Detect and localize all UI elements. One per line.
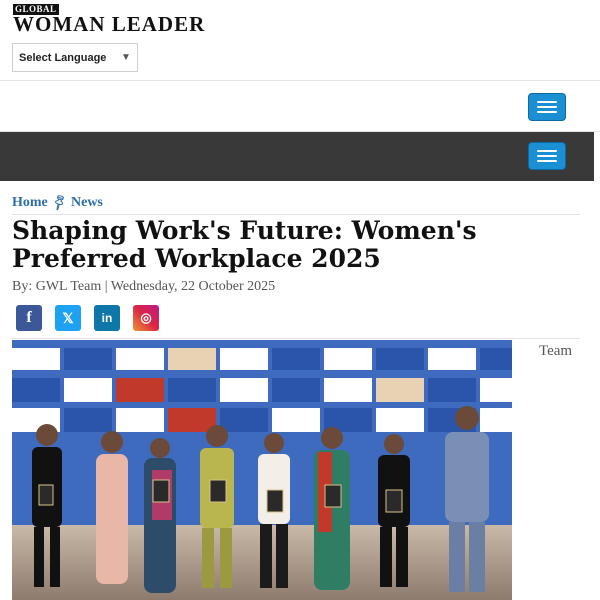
instagram-icon[interactable]: ◎	[133, 305, 159, 331]
section-divider	[12, 338, 580, 339]
hamburger-icon-line	[537, 160, 557, 162]
article-photo	[12, 340, 512, 600]
instagram-glyph: ◎	[140, 310, 152, 325]
article-title: Shaping Work's Future: Women's Preferred…	[12, 216, 477, 273]
main-navbar	[0, 132, 594, 181]
backdrop-panels	[12, 348, 512, 432]
breadcrumb: Home 📌︎ News	[12, 192, 580, 215]
hamburger-icon-line	[537, 150, 557, 152]
logo-main-text: WOMAN LEADER	[13, 12, 206, 36]
chevron-down-icon: ▼	[121, 52, 131, 63]
linkedin-glyph: in	[101, 311, 113, 325]
hamburger-icon-line	[537, 106, 557, 108]
hamburger-icon-line	[537, 155, 557, 157]
facebook-icon[interactable]: f	[16, 305, 42, 331]
event-photo-illustration	[12, 340, 512, 600]
breadcrumb-home-link[interactable]: Home	[12, 195, 48, 211]
hamburger-menu-button[interactable]	[528, 93, 566, 121]
article-byline: By: GWL Team | Wednesday, 22 October 202…	[12, 279, 276, 294]
hamburger-icon-line	[537, 111, 557, 113]
language-select[interactable]: Select Language ▼	[12, 43, 138, 72]
facebook-glyph: f	[26, 309, 32, 326]
linkedin-icon[interactable]: in	[94, 305, 120, 331]
hamburger-icon-line	[537, 101, 557, 103]
hamburger-menu-button[interactable]	[528, 142, 566, 170]
pin-icon: 📌︎	[49, 192, 70, 212]
breadcrumb-news-link[interactable]: News	[71, 195, 103, 211]
language-select-label: Select Language	[19, 51, 107, 64]
sidebar-heading: Team	[539, 343, 573, 359]
top-navbar	[0, 80, 600, 132]
social-share-bar: f 𝕏 in ◎	[16, 305, 159, 331]
site-logo[interactable]: GLOBAL WOMAN LEADER	[13, 4, 243, 36]
x-icon[interactable]: 𝕏	[55, 305, 81, 331]
x-glyph: 𝕏	[62, 309, 74, 326]
